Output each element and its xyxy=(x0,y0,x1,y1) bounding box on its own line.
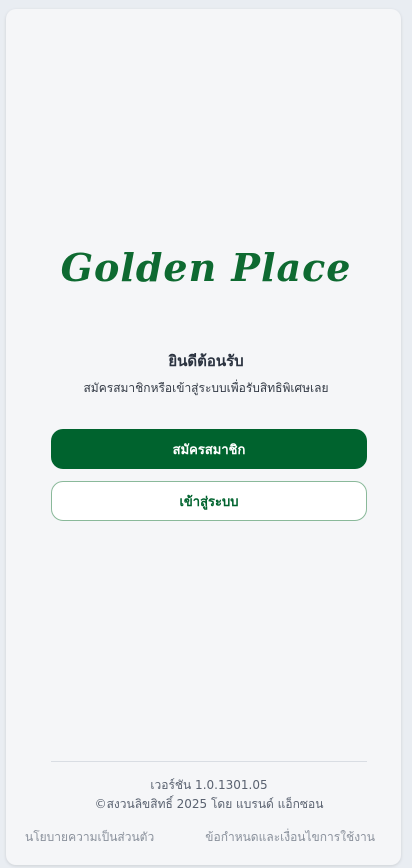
register-button[interactable]: สมัครสมาชิก xyxy=(51,429,367,469)
version-text: เวอร์ชัน 1.0.1301.05 xyxy=(150,778,268,792)
terms-link[interactable]: ข้อกำหนดและเงื่อนไขการใช้งาน xyxy=(205,828,375,847)
welcome-subtitle: สมัครสมาชิกหรือเข้าสู่ระบบเพื่อรับสิทธิพ… xyxy=(83,381,329,395)
login-button[interactable]: เข้าสู่ระบบ xyxy=(51,481,367,521)
brand-logo: Golden Place xyxy=(60,245,352,290)
login-card: Golden Place ยินดีต้อนรับ สมัครสมาชิกหรื… xyxy=(6,9,401,865)
copyright-text: ©สงวนลิขสิทธิ์ 2025 โดย แบรนด์ แอ็กซอน xyxy=(94,797,324,811)
privacy-policy-link[interactable]: นโยบายความเป็นส่วนตัว xyxy=(25,828,154,847)
footer-divider xyxy=(51,761,367,762)
welcome-title: ยินดีต้อนรับ xyxy=(168,352,244,370)
